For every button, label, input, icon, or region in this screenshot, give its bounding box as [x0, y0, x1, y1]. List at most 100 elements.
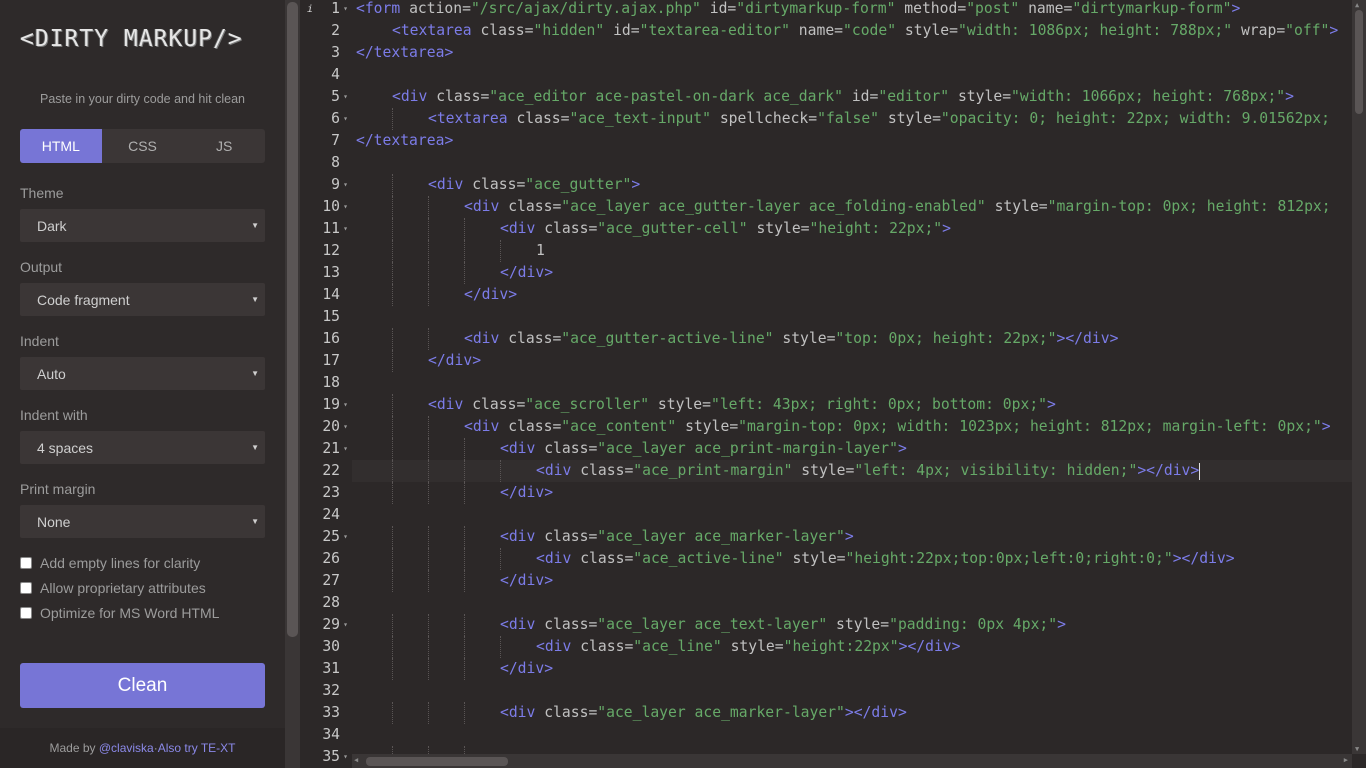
code-line[interactable]: <div class="ace_gutter-cell" style="heig…	[352, 218, 1352, 240]
code-line[interactable]: <div class="ace_layer ace_marker-layer">	[352, 526, 1352, 548]
fold-arrow-icon[interactable]: ▾	[343, 196, 348, 218]
scroll-right-icon[interactable]: ▶	[1344, 756, 1348, 764]
indent-guide	[464, 702, 465, 724]
scroll-down-icon[interactable]: ▼	[1355, 745, 1359, 753]
indent-guide	[500, 460, 501, 482]
code-line[interactable]: </div>	[352, 350, 1352, 372]
indent-guide	[392, 328, 393, 350]
code-text: <div class="ace_gutter-cell" style="heig…	[500, 220, 951, 237]
author-link[interactable]: @claviska	[99, 741, 154, 755]
fold-arrow-icon[interactable]: ▾	[343, 86, 348, 108]
output-select[interactable]: Code fragment ▼	[20, 283, 265, 316]
code-line[interactable]	[352, 504, 1352, 526]
tab-js[interactable]: JS	[183, 129, 265, 163]
code-line[interactable]: <div class="ace_print-margin" style="lef…	[352, 460, 1352, 482]
indent-guide	[464, 614, 465, 636]
code-line[interactable]: </div>	[352, 570, 1352, 592]
vertical-scrollbar-thumb[interactable]	[1355, 10, 1363, 114]
code-line[interactable]: </div>	[352, 284, 1352, 306]
code-line[interactable]: </div>	[352, 262, 1352, 284]
fold-arrow-icon[interactable]: ▾	[343, 394, 348, 416]
empty-lines-checkbox[interactable]	[20, 557, 32, 569]
line-number: 9 ▾	[300, 174, 352, 196]
sidebar-scrollbar-thumb[interactable]	[287, 2, 298, 637]
theme-select[interactable]: Dark ▼	[20, 209, 265, 242]
ms-word-checkbox[interactable]	[20, 607, 32, 619]
code-line[interactable]: <textarea class="hidden" id="textarea-ed…	[352, 20, 1352, 42]
print-margin-select[interactable]: None ▼	[20, 505, 265, 538]
horizontal-scrollbar-thumb[interactable]	[366, 757, 508, 766]
code-line[interactable]: <div class="ace_line" style="height:22px…	[352, 636, 1352, 658]
line-number-text: 11	[322, 220, 340, 237]
code-line[interactable]: <div class="ace_layer ace_gutter-layer a…	[352, 196, 1352, 218]
tab-html[interactable]: HTML	[20, 129, 102, 163]
code-line[interactable]	[352, 592, 1352, 614]
line-number-text: 32	[322, 682, 340, 699]
indent-guide	[392, 636, 393, 658]
code-line[interactable]	[352, 724, 1352, 746]
code-line[interactable]: </div>	[352, 658, 1352, 680]
code-line[interactable]: <div class="ace_layer ace_marker-layer">…	[352, 702, 1352, 724]
code-line[interactable]	[352, 306, 1352, 328]
caret-down-icon: ▼	[251, 443, 259, 452]
sidebar-scrollbar[interactable]	[285, 0, 300, 768]
code-line[interactable]	[352, 372, 1352, 394]
code-line[interactable]	[352, 152, 1352, 174]
code-line[interactable]: <div class="ace_scroller" style="left: 4…	[352, 394, 1352, 416]
code-line[interactable]: <div class="ace_layer ace_text-layer" st…	[352, 614, 1352, 636]
print-margin-value: None	[37, 513, 71, 530]
fold-arrow-icon[interactable]: ▾	[343, 416, 348, 438]
code-line[interactable]	[352, 680, 1352, 702]
clean-button[interactable]: Clean	[20, 663, 265, 708]
indent-label: Indent	[20, 333, 59, 349]
code-editor[interactable]: i 1 ▾ 2 3 4 5 ▾ 6 ▾ 7 8 9 ▾ 10 ▾ 11 ▾ 12 13 14 15 16 17 18 19 ▾ 20…	[300, 0, 1366, 768]
line-number: 29 ▾	[300, 614, 352, 636]
line-number: 35 ▾	[300, 746, 352, 768]
indent-guide	[500, 636, 501, 658]
code-line[interactable]: <form action="/src/ajax/dirty.ajax.php" …	[352, 0, 1352, 20]
indent-select[interactable]: Auto ▼	[20, 357, 265, 390]
code-line[interactable]: <div class="ace_active-line" style="heig…	[352, 548, 1352, 570]
code-text: <div class="ace_layer ace_marker-layer">	[500, 528, 854, 545]
code-line[interactable]: <div class="ace_gutter">	[352, 174, 1352, 196]
line-number: 13	[300, 262, 352, 284]
fold-arrow-icon[interactable]: ▾	[343, 174, 348, 196]
fold-arrow-icon[interactable]: ▾	[343, 0, 348, 20]
code-line[interactable]: </textarea>	[352, 130, 1352, 152]
code-line[interactable]: <div class="ace_content" style="margin-t…	[352, 416, 1352, 438]
fold-arrow-icon[interactable]: ▾	[343, 108, 348, 130]
horizontal-scrollbar[interactable]: ◀ ▶	[352, 754, 1352, 768]
line-number-text: 28	[322, 594, 340, 611]
code-line[interactable]: </div>	[352, 482, 1352, 504]
line-number: 4	[300, 64, 352, 86]
code-line[interactable]: <textarea class="ace_text-input" spellch…	[352, 108, 1352, 130]
fold-arrow-icon[interactable]: ▾	[343, 746, 348, 768]
proprietary-attrs-checkbox[interactable]	[20, 582, 32, 594]
line-number-text: 20	[322, 418, 340, 435]
code-line[interactable]: </textarea>	[352, 42, 1352, 64]
code-line[interactable]: 1	[352, 240, 1352, 262]
fold-arrow-icon[interactable]: ▾	[343, 218, 348, 240]
scroll-left-icon[interactable]: ◀	[354, 756, 358, 764]
line-number: 16	[300, 328, 352, 350]
fold-arrow-icon[interactable]: ▾	[343, 438, 348, 460]
line-number: 8	[300, 152, 352, 174]
line-number-text: 19	[322, 396, 340, 413]
indent-guide	[500, 548, 501, 570]
line-number: 30	[300, 636, 352, 658]
code-line[interactable]: <div class="ace_gutter-active-line" styl…	[352, 328, 1352, 350]
code-line[interactable]: <div class="ace_layer ace_print-margin-l…	[352, 438, 1352, 460]
code-area[interactable]: <form action="/src/ajax/dirty.ajax.php" …	[352, 0, 1352, 768]
code-line[interactable]: <div class="ace_editor ace-pastel-on-dar…	[352, 86, 1352, 108]
fold-arrow-icon[interactable]: ▾	[343, 526, 348, 548]
line-number: 28	[300, 592, 352, 614]
indent-with-select[interactable]: 4 spaces ▼	[20, 431, 265, 464]
scroll-up-icon[interactable]: ▲	[1355, 1, 1359, 9]
vertical-scrollbar[interactable]: ▲ ▼	[1352, 0, 1366, 754]
fold-arrow-icon[interactable]: ▾	[343, 614, 348, 636]
code-text: <textarea class="hidden" id="textarea-ed…	[392, 22, 1339, 39]
tab-css[interactable]: CSS	[102, 129, 184, 163]
code-line[interactable]	[352, 64, 1352, 86]
te-xt-link[interactable]: Also try TE-XT	[158, 741, 236, 755]
line-number-text: 34	[322, 726, 340, 743]
